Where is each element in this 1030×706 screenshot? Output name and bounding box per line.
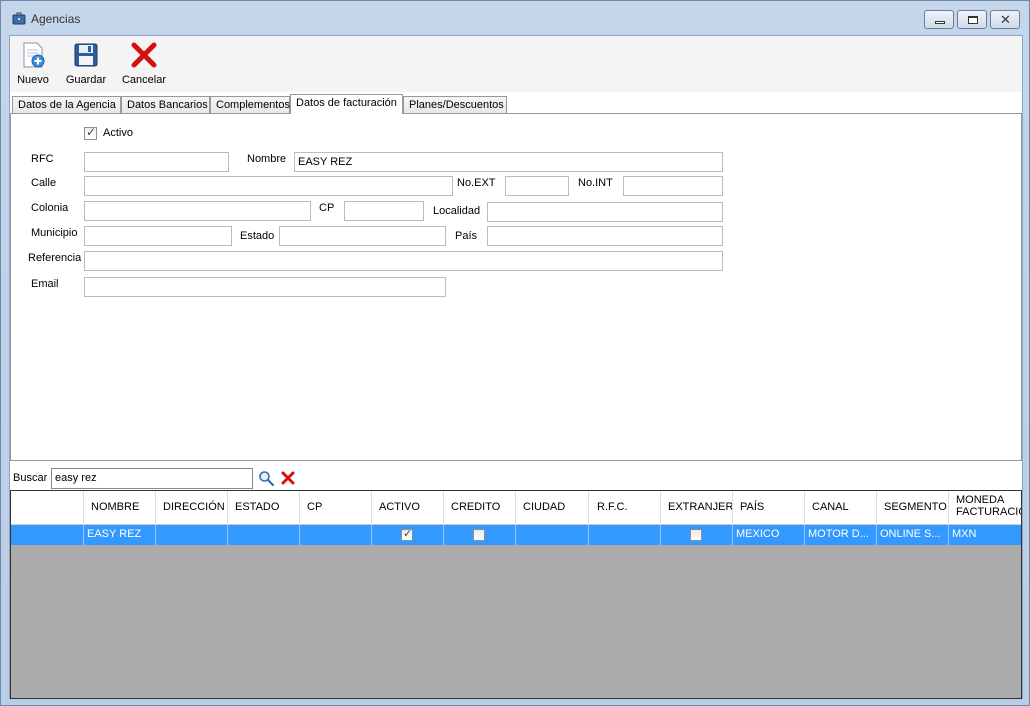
window-title: Agencias <box>31 12 81 26</box>
clear-search-icon[interactable] <box>280 470 296 486</box>
cell-extranjero[interactable] <box>661 525 733 545</box>
row-header-cell[interactable] <box>11 525 84 545</box>
table-row[interactable]: EASY REZ MEXICO MOTOR D... ONLINE S... <box>11 525 1021 545</box>
search-icon[interactable] <box>258 470 274 486</box>
row-header-column <box>11 491 84 525</box>
search-bar: Buscar easy rez <box>10 465 1022 491</box>
cancelar-label: Cancelar <box>121 74 167 86</box>
cp-field[interactable] <box>344 201 424 221</box>
nombre-field[interactable]: EASY REZ <box>294 152 723 172</box>
activo-label: Activo <box>103 127 133 139</box>
tab-strip: Datos de la Agencia Datos Bancarios Comp… <box>10 94 1022 114</box>
column-header-pais[interactable]: PAÍS <box>733 491 805 525</box>
minimize-button[interactable] <box>924 10 954 29</box>
localidad-field[interactable] <box>487 202 723 222</box>
column-header-rfc[interactable]: R.F.C. <box>589 491 661 525</box>
credito-cell-checkbox[interactable] <box>473 529 485 541</box>
guardar-label: Guardar <box>65 74 107 86</box>
column-header-segmento[interactable]: SEGMENTO <box>877 491 949 525</box>
column-header-credito[interactable]: CREDITO <box>444 491 516 525</box>
tab-datos-facturacion[interactable]: Datos de facturación <box>290 94 403 114</box>
colonia-field[interactable] <box>84 201 311 221</box>
cell-rfc[interactable] <box>589 525 661 545</box>
column-header-ciudad[interactable]: CIUDAD <box>516 491 589 525</box>
grid-header: NOMBRE DIRECCIÓN ESTADO CP ACTIVO CREDIT… <box>11 491 1021 525</box>
noint-label: No.INT <box>578 177 613 189</box>
briefcase-icon <box>12 12 26 25</box>
agencias-window: Agencias ✕ Nuevo Guardar Cancelar Datos … <box>0 0 1030 706</box>
activo-cell-checkbox[interactable] <box>401 527 413 541</box>
noext-field[interactable] <box>505 176 569 196</box>
agencias-grid: NOMBRE DIRECCIÓN ESTADO CP ACTIVO CREDIT… <box>10 490 1022 699</box>
tab-planes-descuentos[interactable]: Planes/Descuentos <box>403 96 507 114</box>
cell-ciudad[interactable] <box>516 525 589 545</box>
cell-cp[interactable] <box>300 525 372 545</box>
extranjero-cell-checkbox[interactable] <box>690 529 702 541</box>
guardar-button[interactable]: Guardar <box>62 38 110 88</box>
minimize-icon <box>935 21 945 24</box>
municipio-field[interactable] <box>84 226 232 246</box>
cell-segmento[interactable]: ONLINE S... <box>877 525 949 545</box>
maximize-button[interactable] <box>957 10 987 29</box>
column-header-activo[interactable]: ACTIVO <box>372 491 444 525</box>
rfc-label: RFC <box>31 153 54 165</box>
title-bar[interactable]: Agencias ✕ <box>1 1 1029 35</box>
referencia-label: Referencia <box>28 252 82 264</box>
tab-datos-bancarios[interactable]: Datos Bancarios <box>121 96 210 114</box>
cancelar-button[interactable]: Cancelar <box>120 38 168 88</box>
calle-label: Calle <box>31 177 57 189</box>
email-label: Email <box>31 278 59 290</box>
column-header-canal[interactable]: CANAL <box>805 491 877 525</box>
colonia-label: Colonia <box>31 202 69 214</box>
noext-label: No.EXT <box>457 177 496 189</box>
column-header-nombre[interactable]: NOMBRE <box>84 491 156 525</box>
column-header-estado[interactable]: ESTADO <box>228 491 300 525</box>
toolbar: Nuevo Guardar Cancelar <box>10 36 1022 92</box>
column-header-direccion[interactable]: DIRECCIÓN <box>156 491 228 525</box>
cell-pais[interactable]: MEXICO <box>733 525 805 545</box>
nuevo-label: Nuevo <box>17 74 49 86</box>
cancel-x-icon <box>131 42 157 68</box>
buscar-label: Buscar <box>13 472 48 484</box>
search-input[interactable]: easy rez <box>51 468 253 489</box>
facturacion-panel: Activo RFC Nombre EASY REZ Calle No.EXT … <box>10 113 1022 461</box>
cell-direccion[interactable] <box>156 525 228 545</box>
save-disk-icon <box>74 43 98 67</box>
referencia-field[interactable] <box>84 251 723 271</box>
municipio-label: Municipio <box>31 227 78 239</box>
cell-activo[interactable] <box>372 525 444 545</box>
cell-estado[interactable] <box>228 525 300 545</box>
estado-field[interactable] <box>279 226 446 246</box>
cell-moneda[interactable]: MXN <box>949 525 1021 545</box>
activo-checkbox[interactable] <box>84 125 97 140</box>
column-header-cp[interactable]: CP <box>300 491 372 525</box>
nombre-label: Nombre <box>247 153 287 165</box>
email-field[interactable] <box>84 277 446 297</box>
tab-complementos[interactable]: Complementos <box>210 96 290 114</box>
column-header-extranjero[interactable]: EXTRANJERO <box>661 491 733 525</box>
noint-field[interactable] <box>623 176 723 196</box>
calle-field[interactable] <box>84 176 453 196</box>
cp-label: CP <box>319 202 335 214</box>
tab-datos-agencia[interactable]: Datos de la Agencia <box>12 96 121 114</box>
pais-label: País <box>455 230 478 242</box>
rfc-field[interactable] <box>84 152 229 172</box>
pais-field[interactable] <box>487 226 723 246</box>
close-button[interactable]: ✕ <box>990 10 1020 29</box>
maximize-icon <box>968 16 978 24</box>
localidad-label: Localidad <box>433 205 481 217</box>
cell-nombre[interactable]: EASY REZ <box>84 525 156 545</box>
column-header-moneda[interactable]: MONEDA FACTURACIÓN <box>949 491 1021 525</box>
close-icon: ✕ <box>1000 12 1011 27</box>
nuevo-button[interactable]: Nuevo <box>13 38 53 88</box>
client-area: Nuevo Guardar Cancelar Datos de la Agenc… <box>9 35 1023 699</box>
estado-label: Estado <box>240 230 275 242</box>
new-document-icon <box>23 42 45 68</box>
cell-canal[interactable]: MOTOR D... <box>805 525 877 545</box>
cell-credito[interactable] <box>444 525 516 545</box>
